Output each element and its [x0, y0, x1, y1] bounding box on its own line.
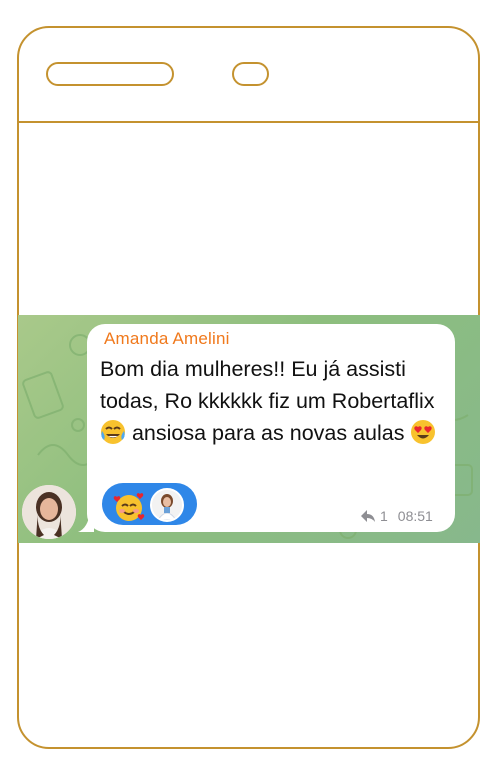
message-text-part1: Bom dia mulheres!! Eu já assisti todas, … [100, 357, 435, 413]
reactor-avatar [150, 488, 184, 522]
message-time: 08:51 [397, 508, 433, 524]
sender-name[interactable]: Amanda Amelini [104, 329, 230, 349]
reply-count[interactable]: 1 [380, 508, 388, 524]
message-text: Bom dia mulheres!! Eu já assisti todas, … [100, 353, 450, 449]
face-with-tears-of-joy-icon [101, 420, 125, 444]
phone-top-divider [18, 121, 480, 123]
phone-camera [232, 62, 269, 86]
message-meta: 1 08:51 [360, 506, 433, 526]
phone-frame: Amanda Amelini Bom dia mulheres!! Eu já … [0, 0, 500, 763]
smiling-face-with-heart-eyes-icon [411, 420, 436, 444]
reply-arrow-icon [361, 510, 375, 522]
phone-speaker [46, 62, 174, 86]
message-text-part2: ansiosa para as novas aulas [126, 421, 411, 445]
sender-avatar[interactable] [22, 485, 76, 539]
smiling-face-with-hearts-icon [113, 493, 145, 521]
